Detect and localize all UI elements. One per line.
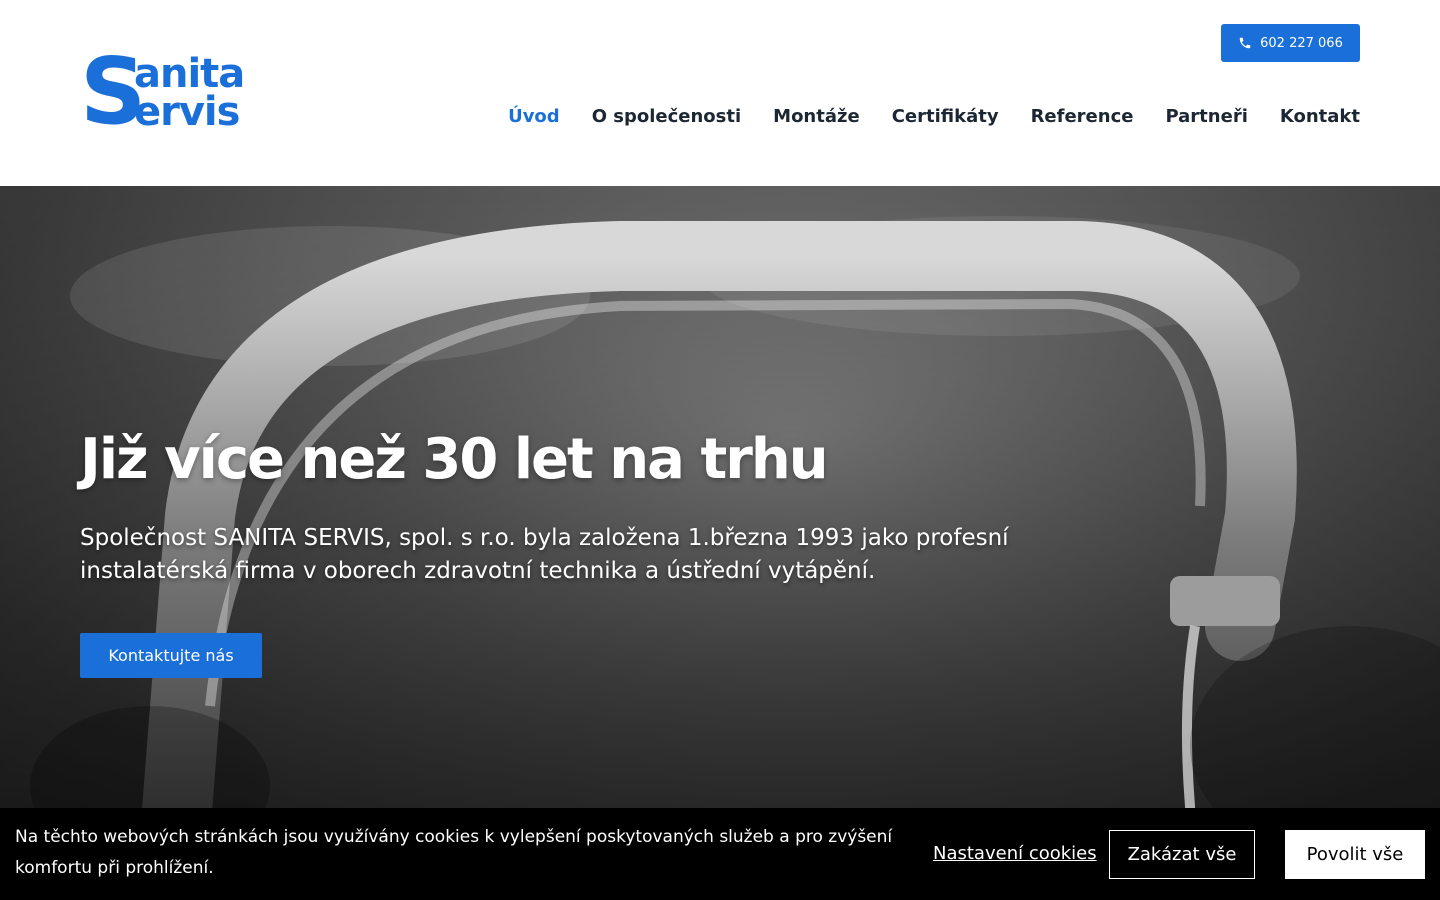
nav-item-uvod[interactable]: Úvod bbox=[508, 103, 560, 131]
phone-button[interactable]: 602 227 066 bbox=[1221, 24, 1360, 62]
logo-word-ervis: ervis bbox=[134, 89, 240, 135]
nav-item-kontakt[interactable]: Kontakt bbox=[1280, 103, 1360, 131]
main-nav: Úvod O společenosti Montáže Certifikáty … bbox=[508, 103, 1360, 131]
cookie-settings-link[interactable]: Nastavení cookies bbox=[933, 838, 1097, 869]
nav-item-certifikaty[interactable]: Certifikáty bbox=[892, 103, 999, 131]
deny-all-button[interactable]: Zakázat vše bbox=[1109, 830, 1255, 879]
sanita-servis-logo[interactable]: S anita ervis bbox=[80, 46, 270, 138]
hero-title: Již více než 30 let na trhu bbox=[80, 427, 829, 492]
cookie-bar: Na těchto webových stránkách jsou využív… bbox=[0, 808, 1440, 900]
nav-item-montaze[interactable]: Montáže bbox=[773, 103, 860, 131]
cookie-message: Na těchto webových stránkách jsou využív… bbox=[15, 827, 893, 878]
contact-us-button[interactable]: Kontaktujte nás bbox=[80, 633, 262, 678]
site-header: S anita ervis 602 227 066 Úvod O společe… bbox=[0, 0, 1440, 186]
logo-word-anita: anita bbox=[134, 51, 245, 97]
nav-item-reference[interactable]: Reference bbox=[1031, 103, 1134, 131]
hero-description: Společnost SANITA SERVIS, spol. s r.o. b… bbox=[80, 525, 1009, 584]
phone-icon bbox=[1239, 37, 1251, 49]
nav-item-partneri[interactable]: Partneři bbox=[1165, 103, 1247, 131]
allow-all-button[interactable]: Povolit vše bbox=[1285, 830, 1425, 879]
hero-section: Již více než 30 let na trhu Společnost S… bbox=[0, 186, 1440, 900]
nav-item-o-spolecenosti[interactable]: O společenosti bbox=[592, 103, 741, 131]
phone-number: 602 227 066 bbox=[1260, 35, 1343, 51]
